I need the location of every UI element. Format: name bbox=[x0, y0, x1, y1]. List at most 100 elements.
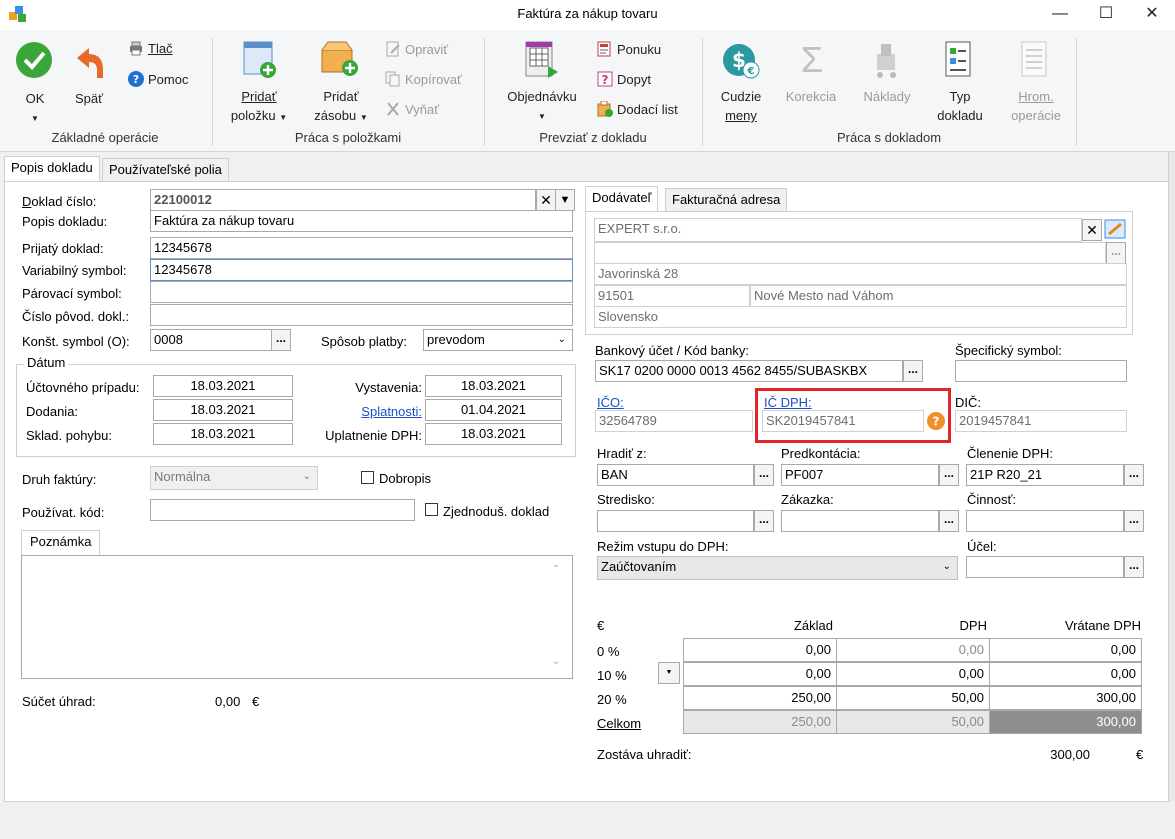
doc-number-field[interactable]: 22100012 bbox=[150, 189, 536, 211]
offer-button[interactable]: Ponuku bbox=[597, 40, 661, 62]
original-doc-number-field[interactable] bbox=[150, 304, 573, 326]
copy-button[interactable]: Kopírovať bbox=[385, 70, 462, 92]
vat-total-cell[interactable]: 0,00 bbox=[989, 662, 1142, 686]
vat-base-cell[interactable]: 0,00 bbox=[683, 638, 837, 662]
bank-account-field[interactable]: SK17 0200 0000 0013 4562 8455/SUBASKBX bbox=[595, 360, 903, 382]
vat-split-field[interactable]: 21P R20_21 bbox=[966, 464, 1124, 486]
activity-browse-button[interactable]: ... bbox=[1124, 510, 1144, 532]
svg-text:?: ? bbox=[133, 73, 139, 86]
ic-dph-link[interactable]: IČ DPH: bbox=[764, 395, 812, 410]
vat-vat-cell[interactable]: 0,00 bbox=[836, 662, 990, 686]
delivery-note-button[interactable]: Dodací list bbox=[597, 100, 678, 122]
dates-group-title: Dátum bbox=[24, 355, 69, 370]
bulk-operations-button[interactable]: Hrom. operácie bbox=[1000, 40, 1072, 128]
scissors-icon bbox=[385, 101, 401, 117]
cost-center-field[interactable] bbox=[597, 510, 754, 532]
print-button[interactable]: Tlač bbox=[128, 39, 173, 61]
pairing-symbol-field[interactable] bbox=[150, 281, 573, 303]
pay-from-field[interactable]: BAN bbox=[597, 464, 754, 486]
contract-browse-button[interactable]: ... bbox=[939, 510, 959, 532]
vat-application-date-field[interactable]: 18.03.2021 bbox=[425, 423, 562, 445]
tab-user-fields[interactable]: Používateľské polia bbox=[102, 158, 229, 182]
constant-symbol-field[interactable]: 0008 bbox=[150, 329, 272, 351]
vat-vat-cell[interactable]: 50,00 bbox=[836, 686, 990, 710]
vat-total-cell[interactable]: 0,00 bbox=[989, 638, 1142, 662]
remaining-currency: € bbox=[1136, 747, 1144, 762]
vat-base-cell[interactable]: 250,00 bbox=[683, 686, 837, 710]
user-code-field[interactable] bbox=[150, 499, 415, 521]
credit-note-checkbox[interactable] bbox=[361, 471, 374, 484]
variable-symbol-field[interactable]: 12345678 bbox=[150, 259, 573, 281]
add-item-button[interactable]: Pridať položku ▼ bbox=[224, 40, 294, 128]
vat-total-cell[interactable]: 300,00 bbox=[989, 686, 1142, 710]
help-button[interactable]: ? Pomoc bbox=[128, 70, 188, 92]
inquiry-button[interactable]: ? Dopyt bbox=[597, 70, 651, 92]
chevron-down-icon[interactable]: ▼ bbox=[555, 189, 575, 211]
due-date-field[interactable]: 01.04.2021 bbox=[425, 399, 562, 421]
supplier-extra-field[interactable] bbox=[594, 242, 1106, 264]
clear-button[interactable]: ✕ bbox=[536, 189, 556, 211]
group-label-document: Práca s dokladom bbox=[836, 130, 942, 145]
foreign-currency-button[interactable]: $ € Cudzie meny bbox=[712, 40, 770, 128]
purpose-field[interactable] bbox=[966, 556, 1124, 578]
cost-center-browse-button[interactable]: ... bbox=[754, 510, 774, 532]
ok-button[interactable]: OK ▼ bbox=[8, 40, 62, 123]
question-icon[interactable]: ? bbox=[927, 412, 945, 430]
doc-description-field[interactable]: Faktúra za nákup tovaru bbox=[150, 210, 573, 232]
close-button[interactable]: ✕ bbox=[1129, 0, 1175, 30]
supplier-browse-button[interactable]: ... bbox=[1106, 242, 1126, 264]
note-scrollbar[interactable]: ⌃ ⌄ bbox=[548, 562, 566, 672]
activity-field[interactable] bbox=[966, 510, 1124, 532]
clear-supplier-button[interactable]: ✕ bbox=[1082, 219, 1102, 241]
vat-rate-dropdown[interactable]: ▼ bbox=[658, 662, 680, 684]
precontation-field[interactable]: PF007 bbox=[781, 464, 939, 486]
simplified-doc-checkbox[interactable] bbox=[425, 503, 438, 516]
cut-button[interactable]: Vyňať bbox=[385, 100, 439, 122]
back-button[interactable]: Späť bbox=[64, 40, 114, 120]
scroll-down-icon[interactable]: ⌄ bbox=[552, 656, 560, 667]
invoice-type-select[interactable]: Normálna ⌄ bbox=[150, 466, 318, 490]
order-button[interactable]: Objednávku ▼ bbox=[496, 40, 588, 128]
minimize-button[interactable]: — bbox=[1037, 0, 1083, 30]
add-stock-button[interactable]: Pridať zásobu ▼ bbox=[306, 40, 376, 128]
group-label-basic: Základné operácie bbox=[51, 130, 159, 145]
note-textarea[interactable] bbox=[21, 555, 573, 679]
maximize-button[interactable]: ☐ bbox=[1083, 0, 1129, 30]
payment-method-select[interactable]: prevodom ⌄ bbox=[423, 329, 573, 351]
edit-supplier-icon[interactable] bbox=[1103, 218, 1127, 242]
constant-symbol-browse-button[interactable]: ... bbox=[271, 329, 291, 351]
delivery-date-field[interactable]: 18.03.2021 bbox=[153, 399, 293, 421]
check-icon bbox=[14, 40, 54, 80]
document-type-button[interactable]: Typ dokladu bbox=[928, 40, 992, 128]
edit-button[interactable]: Opraviť bbox=[385, 40, 448, 62]
scroll-up-icon[interactable]: ⌃ bbox=[552, 564, 560, 575]
correction-button[interactable]: Σ Korekcia bbox=[778, 40, 844, 128]
bank-account-browse-button[interactable]: ... bbox=[903, 360, 923, 382]
tab-supplier[interactable]: Dodávateľ bbox=[585, 186, 659, 212]
supplier-name-field[interactable]: EXPERT s.r.o. bbox=[594, 218, 1082, 242]
original-doc-number-label: Číslo pôvod. dokl.: bbox=[22, 309, 129, 324]
due-date-link[interactable]: Splatnosti: bbox=[300, 404, 422, 419]
issue-date-field[interactable]: 18.03.2021 bbox=[425, 375, 562, 397]
tab-billing-address[interactable]: Fakturačná adresa bbox=[665, 188, 788, 212]
vat-base-cell[interactable]: 0,00 bbox=[683, 662, 837, 686]
purpose-browse-button[interactable]: ... bbox=[1124, 556, 1144, 578]
specific-symbol-field[interactable] bbox=[955, 360, 1127, 382]
vat-mode-select[interactable]: Zaúčtovaním ⌄ bbox=[597, 556, 958, 580]
stock-movement-date-label: Sklad. pohybu: bbox=[26, 428, 113, 443]
vat-split-browse-button[interactable]: ... bbox=[1124, 464, 1144, 486]
accounting-date-field[interactable]: 18.03.2021 bbox=[153, 375, 293, 397]
vat-col-base: Základ bbox=[793, 618, 833, 633]
ico-link[interactable]: IČO: bbox=[597, 395, 624, 410]
activity-label: Činnosť: bbox=[967, 492, 1016, 507]
costs-button[interactable]: Náklady bbox=[852, 40, 922, 128]
received-doc-field[interactable]: 12345678 bbox=[150, 237, 573, 259]
vat-mode-label: Režim vstupu do DPH: bbox=[597, 539, 729, 554]
pay-from-browse-button[interactable]: ... bbox=[754, 464, 774, 486]
tab-note[interactable]: Poznámka bbox=[21, 530, 101, 556]
precontation-browse-button[interactable]: ... bbox=[939, 464, 959, 486]
stock-movement-date-field[interactable]: 18.03.2021 bbox=[153, 423, 293, 445]
received-doc-label: Prijatý doklad: bbox=[22, 241, 104, 256]
tab-description[interactable]: Popis dokladu bbox=[4, 156, 100, 182]
contract-field[interactable] bbox=[781, 510, 939, 532]
